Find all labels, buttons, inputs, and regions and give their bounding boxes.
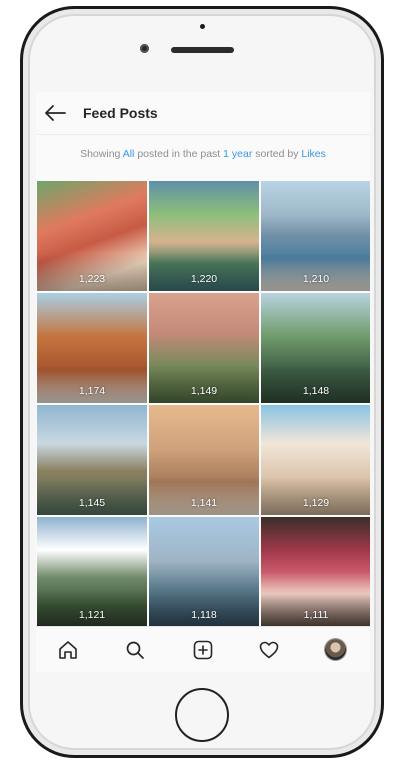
post-tile[interactable]: 1,141 [149,405,259,515]
like-count: 1,111 [303,609,329,621]
post-tile[interactable]: 1,174 [37,293,147,403]
post-tile[interactable]: 1,148 [261,293,370,403]
heart-icon[interactable] [258,639,280,661]
like-count: 1,145 [78,497,106,509]
front-sensor [200,24,205,29]
post-tile[interactable]: 1,111 [261,517,370,627]
filter-range-link[interactable]: 1 year [223,148,252,160]
earpiece-speaker [171,47,234,53]
profile-avatar[interactable] [325,639,346,660]
post-tile[interactable]: 1,129 [261,405,370,515]
front-camera [140,44,149,53]
page-title: Feed Posts [83,105,158,121]
like-count: 1,220 [190,273,218,285]
post-tile[interactable]: 1,210 [261,181,370,291]
post-tile[interactable]: 1,118 [149,517,259,627]
filter-scope-link[interactable]: All [123,148,135,160]
post-tile[interactable]: 1,220 [149,181,259,291]
like-count: 1,174 [78,385,106,397]
filter-sort-text: sorted by [255,148,299,160]
like-count: 1,118 [191,609,217,621]
home-icon[interactable] [57,639,79,661]
post-tile[interactable]: 1,121 [37,517,147,627]
like-count: 1,121 [78,609,106,621]
like-count: 1,149 [190,385,218,397]
home-button[interactable] [175,688,229,742]
like-count: 1,210 [302,273,330,285]
arrow-left-icon[interactable] [43,103,67,123]
post-tile[interactable]: 1,149 [149,293,259,403]
filter-prefix: Showing [80,148,121,160]
post-tile[interactable]: 1,145 [37,405,147,515]
like-count: 1,129 [302,497,330,509]
search-icon[interactable] [124,639,146,661]
app-screen: Feed Posts Showing All posted in the pas… [36,92,370,672]
filter-middle: posted in the past [137,148,221,160]
post-tile[interactable]: 1,223 [37,181,147,291]
like-count: 1,223 [78,273,106,285]
add-post-icon[interactable] [192,639,214,661]
like-count: 1,141 [190,497,218,509]
like-count: 1,148 [302,385,330,397]
filter-summary: Showing All posted in the past 1 year so… [36,148,370,160]
filter-sort-link[interactable]: Likes [301,148,326,160]
post-grid: 1,223 1,220 1,210 1,174 1,149 1,148 1,14… [37,181,370,627]
bottom-tab-bar [36,626,370,672]
top-bar: Feed Posts [36,92,370,135]
